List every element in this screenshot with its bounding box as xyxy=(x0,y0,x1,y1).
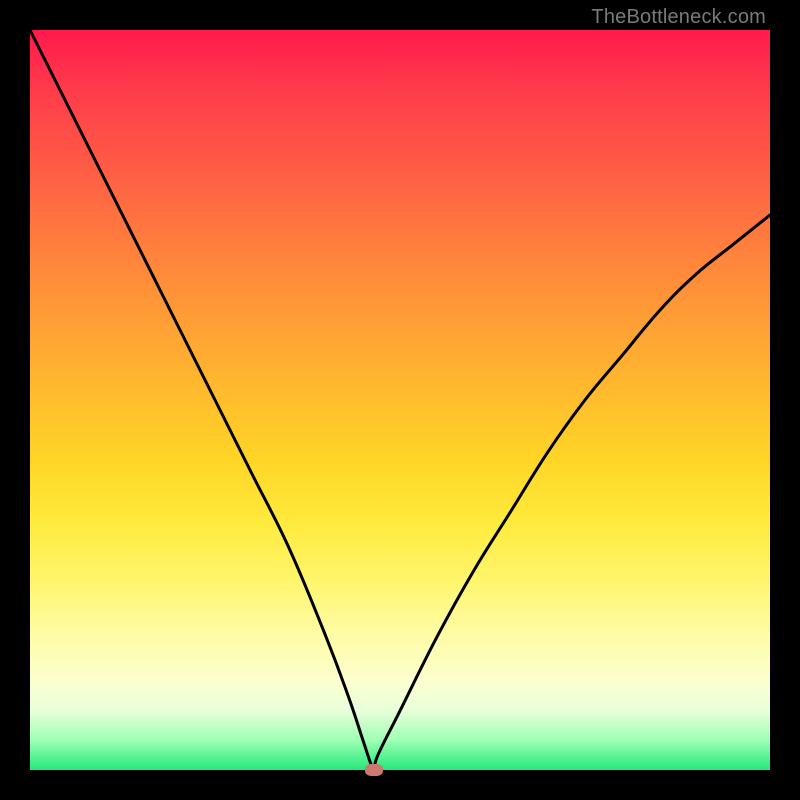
chart-frame: TheBottleneck.com xyxy=(0,0,800,800)
bottleneck-curve xyxy=(30,30,770,770)
watermark-text: TheBottleneck.com xyxy=(591,6,766,29)
optimum-point-marker xyxy=(365,764,383,776)
plot-area xyxy=(30,30,770,770)
